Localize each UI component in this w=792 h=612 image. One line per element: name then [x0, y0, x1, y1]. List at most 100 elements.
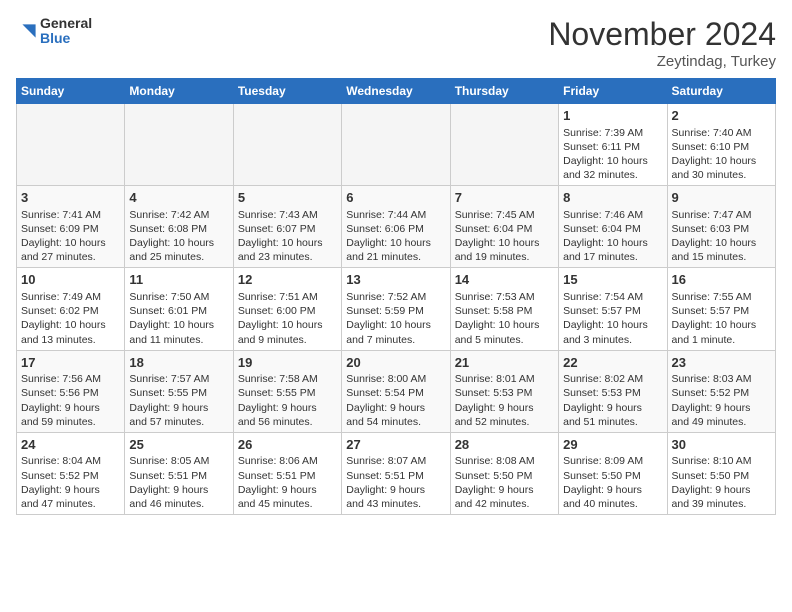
calendar-cell: 28Sunrise: 8:08 AM Sunset: 5:50 PM Dayli…	[450, 432, 558, 514]
day-info: Sunrise: 8:00 AM Sunset: 5:54 PM Dayligh…	[346, 372, 445, 429]
calendar-cell	[125, 104, 233, 186]
calendar-cell: 8Sunrise: 7:46 AM Sunset: 6:04 PM Daylig…	[559, 186, 667, 268]
logo-icon	[18, 20, 40, 42]
day-number: 26	[238, 436, 337, 454]
calendar-cell: 27Sunrise: 8:07 AM Sunset: 5:51 PM Dayli…	[342, 432, 450, 514]
weekday-header-row: SundayMondayTuesdayWednesdayThursdayFrid…	[17, 79, 776, 104]
day-info: Sunrise: 7:41 AM Sunset: 6:09 PM Dayligh…	[21, 208, 120, 265]
day-info: Sunrise: 7:40 AM Sunset: 6:10 PM Dayligh…	[672, 126, 771, 183]
day-number: 30	[672, 436, 771, 454]
calendar-cell: 11Sunrise: 7:50 AM Sunset: 6:01 PM Dayli…	[125, 268, 233, 350]
day-info: Sunrise: 8:07 AM Sunset: 5:51 PM Dayligh…	[346, 454, 445, 511]
day-number: 12	[238, 271, 337, 289]
day-number: 4	[129, 189, 228, 207]
calendar-cell: 20Sunrise: 8:00 AM Sunset: 5:54 PM Dayli…	[342, 350, 450, 432]
day-number: 15	[563, 271, 662, 289]
day-number: 17	[21, 354, 120, 372]
calendar-cell: 26Sunrise: 8:06 AM Sunset: 5:51 PM Dayli…	[233, 432, 341, 514]
day-info: Sunrise: 7:57 AM Sunset: 5:55 PM Dayligh…	[129, 372, 228, 429]
week-row-3: 10Sunrise: 7:49 AM Sunset: 6:02 PM Dayli…	[17, 268, 776, 350]
calendar-cell: 1Sunrise: 7:39 AM Sunset: 6:11 PM Daylig…	[559, 104, 667, 186]
week-row-2: 3Sunrise: 7:41 AM Sunset: 6:09 PM Daylig…	[17, 186, 776, 268]
logo-text: General Blue	[40, 16, 92, 47]
calendar-cell: 17Sunrise: 7:56 AM Sunset: 5:56 PM Dayli…	[17, 350, 125, 432]
weekday-header-saturday: Saturday	[667, 79, 775, 104]
calendar-cell: 2Sunrise: 7:40 AM Sunset: 6:10 PM Daylig…	[667, 104, 775, 186]
day-number: 27	[346, 436, 445, 454]
day-number: 8	[563, 189, 662, 207]
day-info: Sunrise: 8:03 AM Sunset: 5:52 PM Dayligh…	[672, 372, 771, 429]
calendar-cell: 4Sunrise: 7:42 AM Sunset: 6:08 PM Daylig…	[125, 186, 233, 268]
day-info: Sunrise: 8:06 AM Sunset: 5:51 PM Dayligh…	[238, 454, 337, 511]
day-number: 20	[346, 354, 445, 372]
day-info: Sunrise: 8:10 AM Sunset: 5:50 PM Dayligh…	[672, 454, 771, 511]
day-info: Sunrise: 7:53 AM Sunset: 5:58 PM Dayligh…	[455, 290, 554, 347]
day-info: Sunrise: 7:42 AM Sunset: 6:08 PM Dayligh…	[129, 208, 228, 265]
day-info: Sunrise: 8:04 AM Sunset: 5:52 PM Dayligh…	[21, 454, 120, 511]
weekday-header-sunday: Sunday	[17, 79, 125, 104]
day-number: 19	[238, 354, 337, 372]
day-info: Sunrise: 7:52 AM Sunset: 5:59 PM Dayligh…	[346, 290, 445, 347]
day-number: 16	[672, 271, 771, 289]
logo-general: General	[40, 16, 92, 31]
day-info: Sunrise: 7:56 AM Sunset: 5:56 PM Dayligh…	[21, 372, 120, 429]
day-info: Sunrise: 8:05 AM Sunset: 5:51 PM Dayligh…	[129, 454, 228, 511]
calendar-cell: 13Sunrise: 7:52 AM Sunset: 5:59 PM Dayli…	[342, 268, 450, 350]
day-info: Sunrise: 8:09 AM Sunset: 5:50 PM Dayligh…	[563, 454, 662, 511]
logo: General Blue	[16, 16, 92, 47]
day-number: 1	[563, 107, 662, 125]
day-info: Sunrise: 7:58 AM Sunset: 5:55 PM Dayligh…	[238, 372, 337, 429]
day-info: Sunrise: 7:49 AM Sunset: 6:02 PM Dayligh…	[21, 290, 120, 347]
day-info: Sunrise: 8:02 AM Sunset: 5:53 PM Dayligh…	[563, 372, 662, 429]
calendar-cell: 18Sunrise: 7:57 AM Sunset: 5:55 PM Dayli…	[125, 350, 233, 432]
day-number: 3	[21, 189, 120, 207]
calendar-cell: 5Sunrise: 7:43 AM Sunset: 6:07 PM Daylig…	[233, 186, 341, 268]
day-number: 23	[672, 354, 771, 372]
day-number: 5	[238, 189, 337, 207]
day-number: 11	[129, 271, 228, 289]
day-info: Sunrise: 7:55 AM Sunset: 5:57 PM Dayligh…	[672, 290, 771, 347]
day-info: Sunrise: 8:08 AM Sunset: 5:50 PM Dayligh…	[455, 454, 554, 511]
month-title: November 2024	[548, 16, 776, 53]
day-info: Sunrise: 7:51 AM Sunset: 6:00 PM Dayligh…	[238, 290, 337, 347]
week-row-1: 1Sunrise: 7:39 AM Sunset: 6:11 PM Daylig…	[17, 104, 776, 186]
day-info: Sunrise: 7:45 AM Sunset: 6:04 PM Dayligh…	[455, 208, 554, 265]
day-number: 10	[21, 271, 120, 289]
calendar-cell: 30Sunrise: 8:10 AM Sunset: 5:50 PM Dayli…	[667, 432, 775, 514]
calendar-cell	[233, 104, 341, 186]
calendar-cell	[17, 104, 125, 186]
day-number: 14	[455, 271, 554, 289]
day-number: 9	[672, 189, 771, 207]
day-number: 7	[455, 189, 554, 207]
day-info: Sunrise: 7:39 AM Sunset: 6:11 PM Dayligh…	[563, 126, 662, 183]
day-info: Sunrise: 7:44 AM Sunset: 6:06 PM Dayligh…	[346, 208, 445, 265]
calendar-cell: 19Sunrise: 7:58 AM Sunset: 5:55 PM Dayli…	[233, 350, 341, 432]
calendar-cell: 24Sunrise: 8:04 AM Sunset: 5:52 PM Dayli…	[17, 432, 125, 514]
calendar-cell: 7Sunrise: 7:45 AM Sunset: 6:04 PM Daylig…	[450, 186, 558, 268]
calendar-cell: 16Sunrise: 7:55 AM Sunset: 5:57 PM Dayli…	[667, 268, 775, 350]
calendar-cell: 22Sunrise: 8:02 AM Sunset: 5:53 PM Dayli…	[559, 350, 667, 432]
weekday-header-friday: Friday	[559, 79, 667, 104]
day-info: Sunrise: 7:46 AM Sunset: 6:04 PM Dayligh…	[563, 208, 662, 265]
day-number: 22	[563, 354, 662, 372]
day-number: 28	[455, 436, 554, 454]
day-number: 25	[129, 436, 228, 454]
calendar-cell: 12Sunrise: 7:51 AM Sunset: 6:00 PM Dayli…	[233, 268, 341, 350]
calendar-cell: 9Sunrise: 7:47 AM Sunset: 6:03 PM Daylig…	[667, 186, 775, 268]
calendar-cell: 15Sunrise: 7:54 AM Sunset: 5:57 PM Dayli…	[559, 268, 667, 350]
day-number: 29	[563, 436, 662, 454]
day-number: 18	[129, 354, 228, 372]
logo-blue: Blue	[40, 31, 92, 46]
weekday-header-tuesday: Tuesday	[233, 79, 341, 104]
title-block: November 2024 Zeytindag, Turkey	[548, 16, 776, 70]
day-number: 13	[346, 271, 445, 289]
week-row-4: 17Sunrise: 7:56 AM Sunset: 5:56 PM Dayli…	[17, 350, 776, 432]
day-info: Sunrise: 7:47 AM Sunset: 6:03 PM Dayligh…	[672, 208, 771, 265]
calendar-cell: 25Sunrise: 8:05 AM Sunset: 5:51 PM Dayli…	[125, 432, 233, 514]
weekday-header-monday: Monday	[125, 79, 233, 104]
page-header: General Blue November 2024 Zeytindag, Tu…	[16, 16, 776, 70]
location-subtitle: Zeytindag, Turkey	[548, 53, 776, 70]
week-row-5: 24Sunrise: 8:04 AM Sunset: 5:52 PM Dayli…	[17, 432, 776, 514]
day-number: 21	[455, 354, 554, 372]
calendar-cell: 29Sunrise: 8:09 AM Sunset: 5:50 PM Dayli…	[559, 432, 667, 514]
